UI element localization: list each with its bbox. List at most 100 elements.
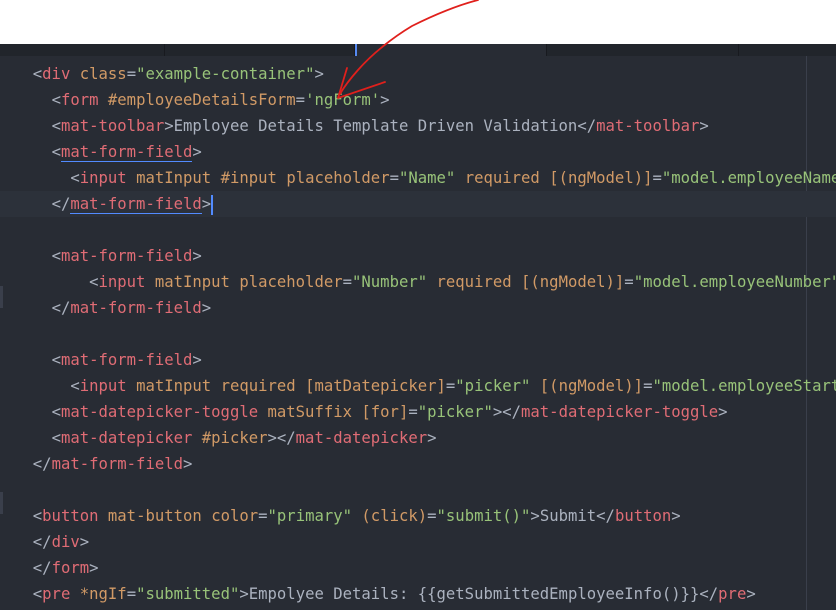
code-token: < (70, 377, 80, 395)
code-token: mat-toolbar (596, 117, 700, 135)
editor-tab-4[interactable] (547, 44, 739, 56)
code-token: class (79, 65, 127, 83)
code-token: input (79, 169, 127, 187)
code-token: = (652, 169, 662, 187)
code-line[interactable]: <pre *ngIf="submitted">Empolyee Details:… (0, 581, 836, 607)
code-token: mat-form-field (70, 299, 202, 317)
code-token: > (183, 455, 193, 473)
code-token: < (89, 273, 99, 291)
code-token: div (42, 65, 71, 83)
code-token: mat-form-field (60, 247, 193, 265)
code-token: matInput (136, 377, 212, 395)
code-token: matSuffix (267, 403, 353, 421)
code-line[interactable]: <input matInput placeholder="Number" req… (0, 269, 836, 295)
code-token: *ngIf (79, 585, 127, 603)
code-token: < (32, 585, 43, 603)
editor-tab-1[interactable] (0, 44, 165, 56)
code-token: = (295, 91, 306, 109)
code-line[interactable]: <form #employeeDetailsForm='ngForm'> (0, 87, 836, 113)
code-token: < (51, 143, 61, 161)
code-token: Submit (539, 507, 597, 525)
code-token: #input (220, 169, 277, 187)
code-token: pre (718, 585, 747, 603)
code-editor[interactable]: <div class="example-container"> <form #e… (0, 44, 836, 610)
code-token: button (42, 507, 99, 525)
code-token: "submitted" (136, 585, 240, 603)
code-token: input (79, 377, 127, 395)
code-token: matInput (136, 169, 212, 187)
code-line[interactable]: <div class="example-container"> (0, 61, 836, 87)
code-line[interactable]: <input matInput #input placeholder="Name… (0, 165, 836, 191)
code-token: form (51, 559, 90, 577)
code-line[interactable] (0, 477, 836, 503)
code-token: [for] (361, 403, 409, 421)
code-token: = (408, 403, 418, 421)
editor-tab-2[interactable] (165, 44, 355, 56)
code-token: div (51, 533, 80, 551)
code-token: "primary" (267, 507, 353, 525)
code-token: </ (699, 585, 719, 603)
code-line[interactable]: <button mat-button color="primary" (clic… (0, 503, 836, 529)
text-cursor (211, 194, 214, 215)
code-token: > (164, 117, 174, 135)
code-token: </ (596, 507, 615, 525)
code-token: "example-container" (136, 65, 315, 83)
code-token: mat-form-field (51, 455, 183, 473)
code-token: mat-toolbar (60, 117, 165, 135)
code-token: > (239, 585, 249, 603)
code-line[interactable] (0, 217, 836, 243)
code-line[interactable]: <mat-datepicker-toggle matSuffix [for]="… (0, 399, 836, 425)
code-token: < (32, 507, 43, 525)
code-line[interactable]: <mat-form-field> (0, 243, 836, 269)
code-token: </ (32, 455, 52, 473)
code-line[interactable]: </div> (0, 529, 836, 555)
code-token: > (718, 403, 728, 421)
code-token: mat-datepicker (295, 429, 428, 447)
code-token: > (314, 65, 324, 83)
code-line[interactable]: <mat-datepicker #picker></mat-datepicker… (0, 425, 836, 451)
code-line[interactable]: <mat-toolbar>Employee Details Template D… (0, 113, 836, 139)
code-token: < (51, 91, 61, 109)
code-token: < (51, 351, 61, 369)
code-token: = (427, 507, 437, 525)
code-token: < (51, 403, 61, 421)
code-line[interactable]: </mat-form-field> (0, 295, 836, 321)
code-token: mat-button (107, 507, 202, 525)
code-line[interactable]: </form> (0, 555, 836, 581)
code-line[interactable]: </mat-form-field> (0, 451, 836, 477)
code-token: placeholder (286, 169, 390, 187)
code-line[interactable]: <mat-form-field> (0, 139, 836, 165)
code-token: > (380, 91, 390, 109)
code-token: required (464, 169, 540, 187)
code-line[interactable]: </mat-form-field> (0, 191, 836, 217)
code-token: > (699, 117, 709, 135)
code-token: </ (32, 533, 52, 551)
code-line[interactable]: <input matInput required [matDatepicker]… (0, 373, 836, 399)
code-token: "Name" (398, 169, 456, 187)
editor-tab-active[interactable] (355, 44, 547, 56)
code-token: ></ (267, 429, 296, 447)
code-line[interactable] (0, 321, 836, 347)
code-token: required (436, 273, 512, 291)
code-line[interactable]: <mat-form-field> (0, 347, 836, 373)
code-token: < (51, 247, 61, 265)
